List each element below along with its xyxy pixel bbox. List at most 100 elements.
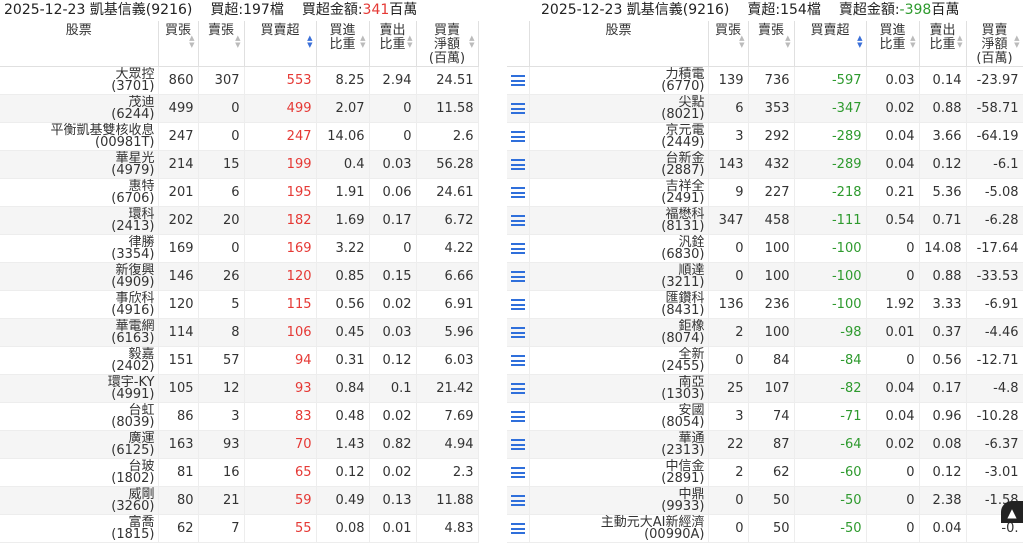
table-row[interactable]: 廣運 (6125) 163 93 70 1.43 0.82 4.94 xyxy=(0,430,479,459)
column-header-0[interactable]: 股票 xyxy=(0,21,159,67)
stock-name-cell[interactable]: 吉祥全 (2491) xyxy=(529,178,709,207)
table-row[interactable]: 華星光 (4979) 214 15 199 0.4 0.03 56.28 xyxy=(0,150,479,179)
stock-name-cell[interactable]: 京元電 (2449) xyxy=(529,122,709,151)
list-icon[interactable] xyxy=(510,467,525,478)
list-icon[interactable] xyxy=(510,523,525,534)
row-menu-cell[interactable] xyxy=(507,318,530,347)
stock-name-cell[interactable]: 中信金 (2891) xyxy=(529,458,709,487)
row-menu-cell[interactable] xyxy=(507,262,530,291)
stock-name-cell[interactable]: 華通 (2313) xyxy=(529,430,709,459)
row-menu-cell[interactable] xyxy=(507,486,530,515)
column-header-6[interactable]: 買賣 淨額 (百萬) ▲ ▼ xyxy=(966,21,1023,67)
row-menu-cell[interactable] xyxy=(507,346,530,375)
column-header-1[interactable]: 買張 ▲ ▼ xyxy=(708,21,749,67)
stock-name-cell[interactable]: 台玻 (1802) xyxy=(0,458,159,487)
list-icon[interactable] xyxy=(510,159,525,170)
column-header-2[interactable]: 賣張 ▲ ▼ xyxy=(198,21,245,67)
stock-name-cell[interactable]: 新復興 (4909) xyxy=(0,262,159,291)
stock-name-cell[interactable]: 尖點 (8021) xyxy=(529,94,709,123)
row-menu-cell[interactable] xyxy=(507,430,530,459)
table-row[interactable]: 力積電 (6770) 139 736 -597 0.03 0.14 -23.97 xyxy=(507,66,1023,95)
table-row[interactable]: 事欣科 (4916) 120 5 115 0.56 0.02 6.91 xyxy=(0,290,479,319)
stock-name-cell[interactable]: 環宇-KY (4991) xyxy=(0,374,159,403)
stock-name-cell[interactable]: 福懋科 (8131) xyxy=(529,206,709,235)
stock-name-cell[interactable]: 鉅橡 (8074) xyxy=(529,318,709,347)
stock-name-cell[interactable]: 安國 (8054) xyxy=(529,402,709,431)
table-row[interactable]: 京元電 (2449) 3 292 -289 0.04 3.66 -64.19 xyxy=(507,122,1023,151)
column-header-3[interactable]: 買賣超 ▲ ▼ xyxy=(244,21,317,67)
stock-name-cell[interactable]: 匯鑽科 (8431) xyxy=(529,290,709,319)
column-header-4[interactable]: 買進 比重 ▲ ▼ xyxy=(866,21,920,67)
table-row[interactable]: 環宇-KY (4991) 105 12 93 0.84 0.1 21.42 xyxy=(0,374,479,403)
stock-name-cell[interactable]: 毅嘉 (2402) xyxy=(0,346,159,375)
column-header-3[interactable]: 買賣超 ▲ ▼ xyxy=(794,21,867,67)
stock-name-cell[interactable]: 惠特 (6706) xyxy=(0,178,159,207)
table-row[interactable]: 尖點 (8021) 6 353 -347 0.02 0.88 -58.71 xyxy=(507,94,1023,123)
table-row[interactable]: 大眾控 (3701) 860 307 553 8.25 2.94 24.51 xyxy=(0,66,479,95)
table-row[interactable]: 吉祥全 (2491) 9 227 -218 0.21 5.36 -5.08 xyxy=(507,178,1023,207)
row-menu-cell[interactable] xyxy=(507,290,530,319)
stock-name-cell[interactable]: 華星光 (4979) xyxy=(0,150,159,179)
row-menu-cell[interactable] xyxy=(507,66,530,95)
table-row[interactable]: 鉅橡 (8074) 2 100 -98 0.01 0.37 -4.46 xyxy=(507,318,1023,347)
table-row[interactable]: 平衡凱基雙核收息 (00981T) 247 0 247 14.06 0 2.6 xyxy=(0,122,479,151)
table-row[interactable]: 中鼎 (9933) 0 50 -50 0 2.38 -1.58 xyxy=(507,486,1023,515)
table-row[interactable]: 毅嘉 (2402) 151 57 94 0.31 0.12 6.03 xyxy=(0,346,479,375)
stock-name-cell[interactable]: 環科 (2413) xyxy=(0,206,159,235)
row-menu-cell[interactable] xyxy=(507,94,530,123)
table-row[interactable]: 匯鑽科 (8431) 136 236 -100 1.92 3.33 -6.91 xyxy=(507,290,1023,319)
row-menu-cell[interactable] xyxy=(507,458,530,487)
table-row[interactable]: 環科 (2413) 202 20 182 1.69 0.17 6.72 xyxy=(0,206,479,235)
list-icon[interactable] xyxy=(510,75,525,86)
list-icon[interactable] xyxy=(510,187,525,198)
column-header-2[interactable]: 賣張 ▲ ▼ xyxy=(748,21,795,67)
table-row[interactable]: 南亞 (1303) 25 107 -82 0.04 0.17 -4.8 xyxy=(507,374,1023,403)
row-menu-cell[interactable] xyxy=(507,514,530,543)
table-row[interactable]: 台新金 (2887) 143 432 -289 0.04 0.12 -6.1 xyxy=(507,150,1023,179)
list-icon[interactable] xyxy=(510,355,525,366)
column-header-5[interactable]: 賣出 比重 ▲ ▼ xyxy=(369,21,417,67)
stock-name-cell[interactable]: 事欣科 (4916) xyxy=(0,290,159,319)
table-row[interactable]: 威剛 (3260) 80 21 59 0.49 0.13 11.88 xyxy=(0,486,479,515)
column-header-6[interactable]: 買賣 淨額 (百萬) ▲ ▼ xyxy=(416,21,479,67)
table-row[interactable]: 律勝 (3354) 169 0 169 3.22 0 4.22 xyxy=(0,234,479,263)
list-icon[interactable] xyxy=(510,271,525,282)
column-header-0[interactable]: 股票 xyxy=(529,21,709,67)
stock-name-cell[interactable]: 中鼎 (9933) xyxy=(529,486,709,515)
table-row[interactable]: 中信金 (2891) 2 62 -60 0 0.12 -3.01 xyxy=(507,458,1023,487)
stock-name-cell[interactable]: 茂迪 (6244) xyxy=(0,94,159,123)
stock-name-cell[interactable]: 威剛 (3260) xyxy=(0,486,159,515)
stock-name-cell[interactable]: 主動元大AI新經濟 (00990A) xyxy=(529,514,709,543)
stock-name-cell[interactable]: 富喬 (1815) xyxy=(0,514,159,543)
table-row[interactable]: 富喬 (1815) 62 7 55 0.08 0.01 4.83 xyxy=(0,514,479,543)
stock-name-cell[interactable]: 大眾控 (3701) xyxy=(0,66,159,95)
row-menu-cell[interactable] xyxy=(507,402,530,431)
table-row[interactable]: 台玻 (1802) 81 16 65 0.12 0.02 2.3 xyxy=(0,458,479,487)
stock-name-cell[interactable]: 廣運 (6125) xyxy=(0,430,159,459)
table-row[interactable]: 主動元大AI新經濟 (00990A) 0 50 -50 0 0.04 -0. xyxy=(507,514,1023,543)
table-row[interactable]: 茂迪 (6244) 499 0 499 2.07 0 11.58 xyxy=(0,94,479,123)
list-icon[interactable] xyxy=(510,103,525,114)
stock-name-cell[interactable]: 台虹 (8039) xyxy=(0,402,159,431)
column-header-1[interactable]: 買張 ▲ ▼ xyxy=(158,21,199,67)
list-icon[interactable] xyxy=(510,383,525,394)
table-row[interactable]: 汎銓 (6830) 0 100 -100 0 14.08 -17.64 xyxy=(507,234,1023,263)
list-icon[interactable] xyxy=(510,495,525,506)
list-icon[interactable] xyxy=(510,243,525,254)
table-row[interactable]: 全新 (2455) 0 84 -84 0 0.56 -12.71 xyxy=(507,346,1023,375)
stock-name-cell[interactable]: 律勝 (3354) xyxy=(0,234,159,263)
list-icon[interactable] xyxy=(510,131,525,142)
stock-name-cell[interactable]: 台新金 (2887) xyxy=(529,150,709,179)
stock-name-cell[interactable]: 汎銓 (6830) xyxy=(529,234,709,263)
table-row[interactable]: 華通 (2313) 22 87 -64 0.02 0.08 -6.37 xyxy=(507,430,1023,459)
column-header-4[interactable]: 買進 比重 ▲ ▼ xyxy=(316,21,370,67)
row-menu-cell[interactable] xyxy=(507,150,530,179)
stock-name-cell[interactable]: 華電網 (6163) xyxy=(0,318,159,347)
list-icon[interactable] xyxy=(510,411,525,422)
list-icon[interactable] xyxy=(510,215,525,226)
table-row[interactable]: 台虹 (8039) 86 3 83 0.48 0.02 7.69 xyxy=(0,402,479,431)
table-row[interactable]: 惠特 (6706) 201 6 195 1.91 0.06 24.61 xyxy=(0,178,479,207)
list-icon[interactable] xyxy=(510,299,525,310)
table-row[interactable]: 順達 (3211) 0 100 -100 0 0.88 -33.53 xyxy=(507,262,1023,291)
table-row[interactable]: 安國 (8054) 3 74 -71 0.04 0.96 -10.28 xyxy=(507,402,1023,431)
